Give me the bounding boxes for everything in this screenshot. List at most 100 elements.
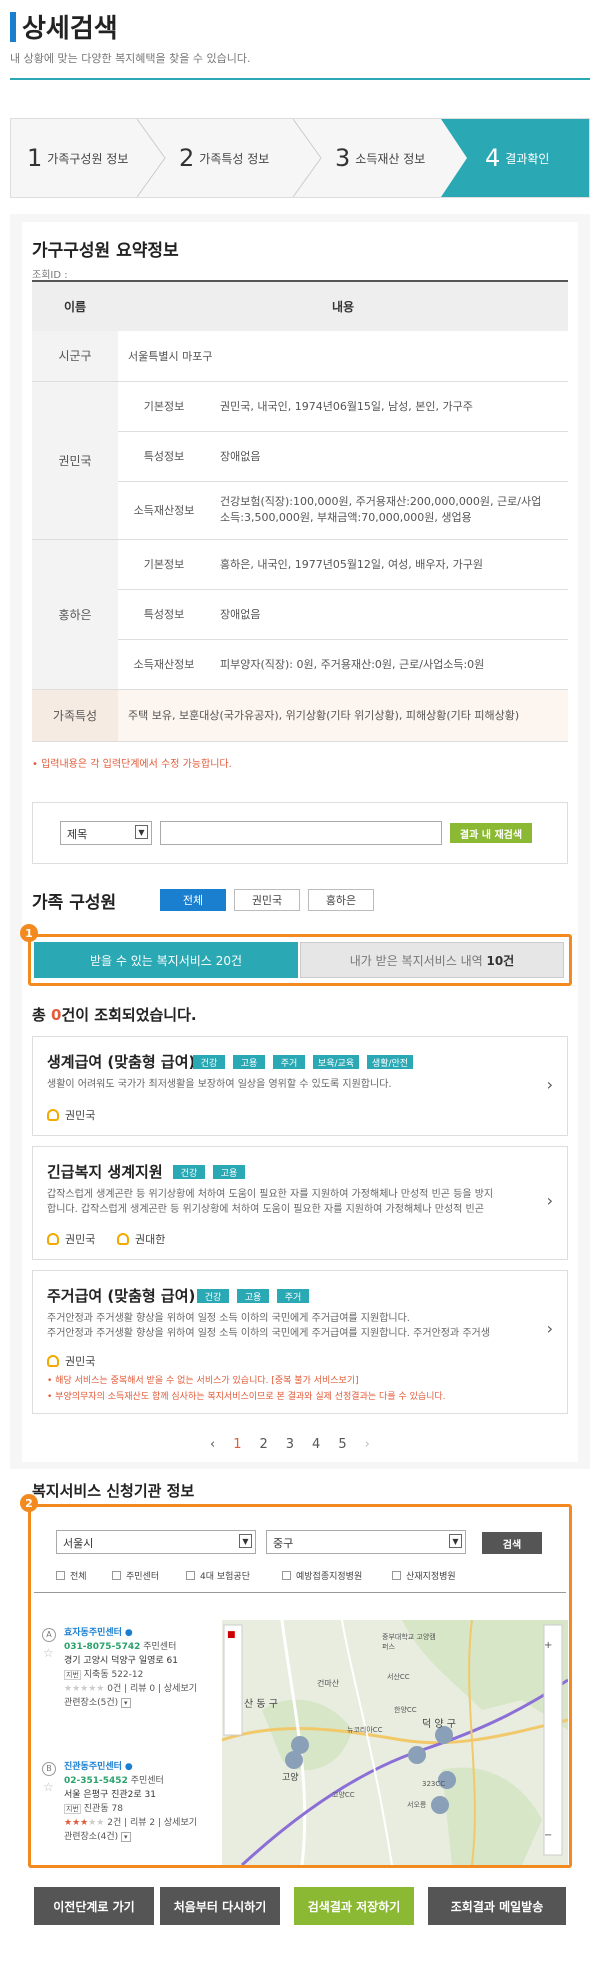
next-page-button[interactable]: › [365, 1437, 370, 1452]
chevron-down-icon[interactable]: ▾ [121, 1698, 131, 1708]
beneficiary: 권민국 [47, 1231, 95, 1247]
filter-vaccine-checkbox[interactable]: 예방접종지정병원 [282, 1569, 362, 1582]
map-canvas [222, 1620, 568, 1865]
filter-all-checkbox[interactable]: 전체 [56, 1569, 87, 1582]
checkbox-box [392, 1571, 401, 1580]
restart-button[interactable]: 처음부터 다시하기 [160, 1887, 280, 1925]
agency-map[interactable]: 건마산 산 동 구 고양 한양CC 뉴코리아CC 덕 양 구 323CC 서오릉… [222, 1620, 568, 1865]
email-results-button[interactable]: 조회결과 메일발송 [428, 1887, 566, 1925]
location-item[interactable]: 진관동주민센터 ● 02-351-5452 주민센터 서울 은평구 진관2로 3… [64, 1760, 239, 1844]
filter-label: 산재지정병원 [406, 1572, 456, 1582]
checkbox-box [112, 1571, 121, 1580]
chevron-down-icon[interactable]: ▾ [121, 1832, 131, 1842]
beneficiary-name: 권대한 [135, 1233, 166, 1246]
page-number[interactable]: 4 [312, 1437, 320, 1452]
service-description: 주거안정과 주거생활 향상을 위하여 일정 소득 이하의 국민에게 주거급여를 … [47, 1313, 410, 1324]
chevron-right-icon: › [546, 1191, 553, 1210]
person-icon [47, 1355, 59, 1367]
lot-label: 지번 [64, 1670, 81, 1680]
beneficiary-name: 권민국 [65, 1233, 96, 1246]
service-card[interactable]: 긴급복지 생계지원 건강 고용 갑작스럽게 생계곤란 등 위기상황에 처하여 도… [32, 1146, 568, 1260]
service-card[interactable]: 주거급여 (맞춤형 급여) 건강 고용 주거 주거안정과 주거생활 향상을 위하… [32, 1270, 568, 1414]
beneficiary: 권민국 [47, 1353, 95, 1369]
tab-available-services[interactable]: 받을 수 있는 복지서비스 20건 [34, 942, 298, 978]
member-filter-1[interactable]: 권민국 [234, 889, 300, 911]
search-in-results-button[interactable]: 결과 내 재검색 [450, 823, 532, 843]
step-4-number: 4 [485, 144, 501, 172]
page-number[interactable]: 2 [259, 1437, 267, 1452]
zoom-in-icon[interactable]: + [544, 1640, 552, 1651]
filter-divider [34, 1592, 566, 1593]
result-count-prefix: 총 [32, 1006, 52, 1024]
region-label: 시군구 [32, 331, 118, 382]
chevron-down-icon: ▼ [239, 1534, 252, 1548]
checkbox-box [186, 1571, 195, 1580]
income-info-value: 건강보험(직장):100,000원, 주거용재산:200,000,000원, 근… [210, 481, 568, 540]
badge-1: 1 [20, 924, 38, 942]
page-number[interactable]: 1 [233, 1437, 241, 1452]
search-input[interactable] [160, 821, 442, 845]
location-stats[interactable]: 0건 | 리뷰 0 | 상세보기 [107, 1684, 197, 1694]
zoom-out-icon[interactable]: − [544, 1830, 552, 1841]
tab-received-services[interactable]: 내가 받은 복지서비스 내역 10건 [300, 942, 564, 978]
map-label: 고양 [282, 1773, 299, 1783]
location-phone: 031-8075-5742 [64, 1642, 141, 1652]
step-4-label: 결과확인 [505, 151, 550, 166]
chevron-right-icon: › [546, 1319, 553, 1338]
person-icon [117, 1233, 129, 1245]
step-1-number: 1 [27, 144, 43, 172]
page-title: 상세검색 [22, 14, 118, 44]
location-type: 주민센터 [143, 1642, 177, 1652]
agency-search-button[interactable]: 검색 [482, 1532, 542, 1554]
summary-title: 가구구성원 요약정보 [32, 241, 179, 261]
service-title: 주거급여 (맞춤형 급여) [47, 1287, 196, 1305]
related-places[interactable]: 관련장소(4건) [64, 1832, 118, 1842]
page-number[interactable]: 5 [338, 1437, 346, 1452]
city-select[interactable]: 서울시 ▼ [56, 1530, 256, 1554]
filter-label: 주민센터 [126, 1572, 160, 1582]
map-label: 건마산 [317, 1679, 340, 1688]
location-stats[interactable]: 2건 | 리뷰 2 | 상세보기 [107, 1818, 197, 1828]
member-filter-2[interactable]: 홍하은 [308, 889, 374, 911]
service-description: 합니다. 갑작스럽게 생계곤란 등 위기상황에 처하여 도움이 필요한 자를 지… [47, 1204, 484, 1215]
result-count-suffix: 건이 조회되었습니다. [61, 1006, 197, 1024]
person-pin-icon: ● [124, 1628, 133, 1638]
trait-info-label: 특성정보 [118, 431, 210, 482]
service-card[interactable]: 생계급여 (맞춤형 급여) 건강 고용 주거 보육/교육 생활/안전 생활이 어… [32, 1036, 568, 1136]
prev-page-button[interactable]: ‹ [210, 1437, 215, 1452]
related-places[interactable]: 관련장소(5건) [64, 1698, 118, 1708]
location-address: 서울 은평구 진관2로 31 [64, 1790, 157, 1800]
map-tool-icon[interactable]: ■ [227, 1630, 236, 1640]
filter-center-checkbox[interactable]: 주민센터 [112, 1569, 159, 1582]
warning-text: 부양의무자의 소득재산도 함께 심사하는 복지서비스이므로 본 결과와 실제 선… [55, 1392, 446, 1402]
duplicate-warning[interactable]: • 해당 서비스는 중복해서 받을 수 없는 서비스가 있습니다. [중복 불가… [47, 1373, 359, 1386]
location-name[interactable]: 효자동주민센터 [64, 1628, 122, 1638]
location-name[interactable]: 진관동주민센터 [64, 1762, 122, 1772]
family-trait-value: 주택 보유, 보훈대상(국가유공자), 위기상황(기타 위기상황), 피해상황(… [118, 689, 568, 742]
family-members-title: 가족 구성원 [32, 893, 117, 913]
map-label: 덕 양 구 [422, 1719, 456, 1730]
income-info-value: 피부양자(직장): 0원, 주거용재산:0원, 근로/사업소득:0원 [210, 639, 568, 690]
beneficiary-name: 권민국 [65, 1355, 96, 1368]
result-count-number: 0 [51, 1006, 62, 1024]
filter-insurance-checkbox[interactable]: 4대 보험공단 [186, 1569, 250, 1582]
member-filter-all[interactable]: 전체 [160, 889, 226, 911]
person-icon [47, 1109, 59, 1121]
chevron-down-icon: ▼ [449, 1534, 462, 1548]
filter-injury-checkbox[interactable]: 산재지정병원 [392, 1569, 456, 1582]
location-item[interactable]: 효자동주민센터 ● 031-8075-5742 주민센터 경기 고양시 덕양구 … [64, 1626, 239, 1710]
tab-count: 10건 [486, 953, 515, 968]
step-2: 2 가족특성 정보 [163, 119, 303, 197]
save-results-button[interactable]: 검색결과 저장하기 [294, 1887, 414, 1925]
step-1: 1 가족구성원 정보 [11, 119, 151, 197]
district-select[interactable]: 중구 ▼ [266, 1530, 466, 1554]
search-field-select[interactable]: 제목 ▼ [60, 821, 152, 845]
prev-step-button[interactable]: 이전단계로 가기 [34, 1887, 154, 1925]
trait-info-value: 장애없음 [210, 431, 568, 482]
basic-info-value: 권민국, 내국인, 1974년06월15일, 남성, 본인, 가구주 [210, 381, 568, 432]
star-outline-icon[interactable]: ☆ [43, 1646, 54, 1660]
edit-note: • 입력내용은 각 입력단계에서 수정 가능합니다. [32, 759, 232, 770]
person-icon [47, 1233, 59, 1245]
star-outline-icon[interactable]: ☆ [43, 1780, 54, 1794]
page-number[interactable]: 3 [286, 1437, 294, 1452]
